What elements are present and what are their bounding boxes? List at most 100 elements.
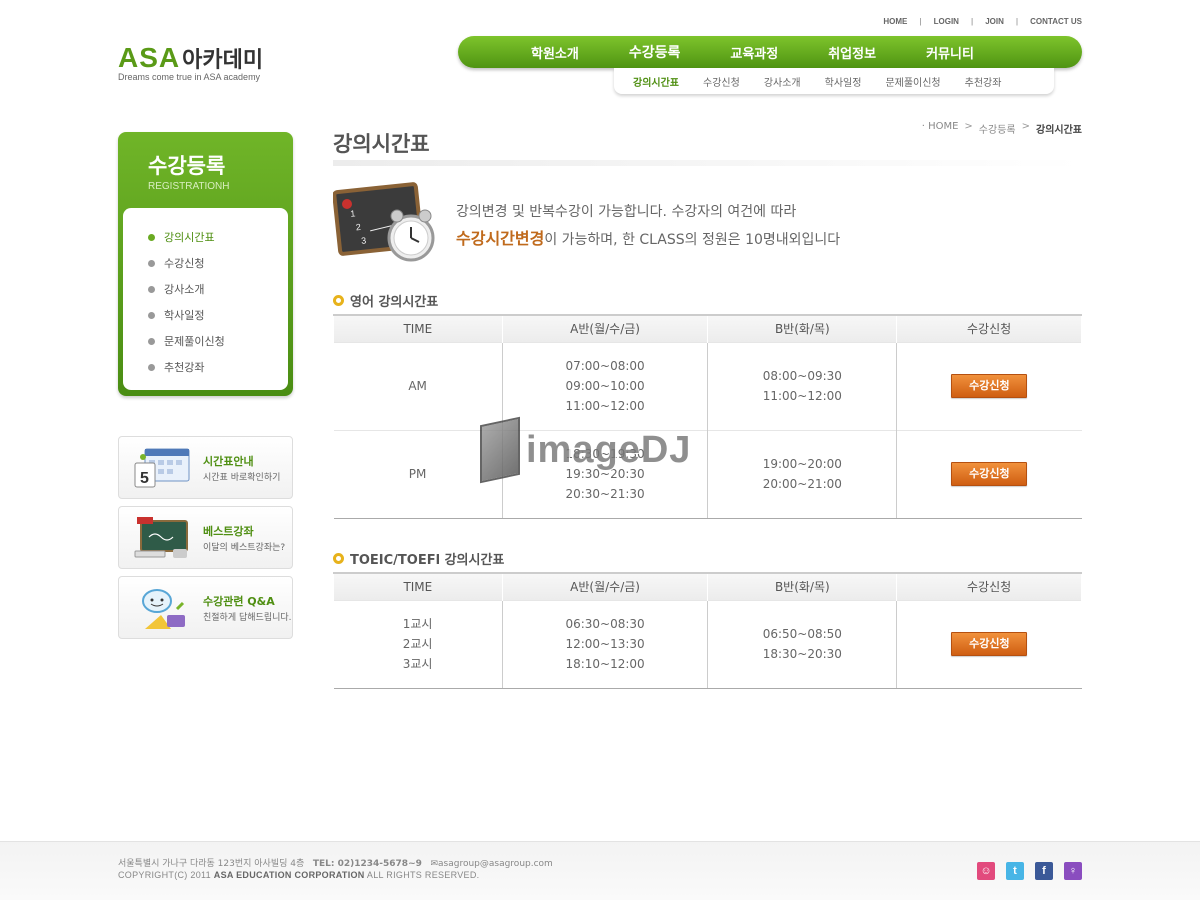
sidebar-item-label: 강사소개 (164, 283, 205, 296)
subnav-item-problem[interactable]: 문제풀이신청 (885, 74, 940, 89)
apply-cell: 수강신청 (896, 599, 1082, 689)
section-title-toeic: TOEIC/TOEFl 강의시간표 (333, 549, 504, 568)
intro-line-1: 강의변경 및 반복수강이 가능합니다. 수강자의 여건에 따라 (456, 204, 797, 220)
table-header: TIME (333, 572, 503, 600)
twitter-icon[interactable]: t (1006, 862, 1024, 880)
bullet-icon (148, 285, 155, 293)
banner-best-course[interactable]: 베스트강좌 이달의 베스트강좌는? (118, 506, 293, 569)
logo-kr: 아카데미 (182, 48, 264, 73)
sidebar-item-apply[interactable]: 수강신청 (148, 250, 288, 276)
bullet-icon (148, 311, 155, 319)
table-header: B반(화/목) (707, 572, 898, 600)
footer-copyright: COPYRIGHT(C) 2011 ASA EDUCATION CORPORAT… (118, 870, 480, 880)
breadcrumb: · HOME > 수강등록 > 강의시간표 (922, 121, 1082, 136)
breadcrumb-mid[interactable]: 수강등록 (979, 121, 1016, 136)
mail-icon: ✉ (430, 859, 439, 869)
svg-text:2: 2 (355, 222, 361, 232)
intro-highlight: 수강시간변경 (456, 229, 545, 248)
util-join-link[interactable]: JOIN (973, 17, 1016, 26)
sidebar-item-instructors[interactable]: 강사소개 (148, 276, 288, 302)
section-title-text: 영어 강의시간표 (350, 295, 439, 310)
subnav-item-timetable[interactable]: 강의시간표 (633, 74, 679, 89)
util-login-link[interactable]: LOGIN (922, 17, 971, 26)
util-contact-link[interactable]: CONTACT US (1018, 17, 1082, 26)
circle-bullet-icon (333, 553, 344, 564)
section-title-english: 영어 강의시간표 (333, 291, 438, 310)
nav-item-registration[interactable]: 수강등록 (629, 42, 680, 72)
apply-cell: 수강신청 (896, 429, 1082, 519)
banner-title: 수강관련 Q&A (203, 595, 275, 608)
banner-timetable[interactable]: 5 시간표안내 시간표 바로확인하기 (118, 436, 293, 499)
subnav-item-apply[interactable]: 수강신청 (703, 74, 740, 89)
sidebar-item-recommended[interactable]: 추천강좌 (148, 354, 288, 380)
nav-item-community[interactable]: 커뮤니티 (926, 43, 974, 62)
bullet-icon (148, 233, 155, 241)
subnav-item-instructors[interactable]: 강사소개 (764, 74, 801, 89)
nav-item-jobs[interactable]: 취업정보 (828, 43, 876, 62)
b-class-cell: 08:00~09:30 11:00~12:00 (707, 341, 897, 430)
banner-sub: 시간표 바로확인하기 (203, 473, 281, 483)
sidebar-item-problem[interactable]: 문제풀이신청 (148, 328, 288, 354)
time-cell: PM (333, 429, 503, 519)
svg-text:5: 5 (140, 470, 149, 487)
logo-tagline: Dreams come true in ASA academy (118, 72, 261, 82)
sidebar-item-label: 문제풀이신청 (164, 335, 225, 348)
table-header: 수강신청 (896, 314, 1082, 342)
nav-item-about[interactable]: 학원소개 (531, 43, 579, 62)
chevron-right-icon: > (1021, 121, 1030, 132)
sidebar-subtitle: REGISTRATIONH (148, 181, 230, 192)
sidebar-item-schedule[interactable]: 학사일정 (148, 302, 288, 328)
apply-button[interactable]: 수강신청 (951, 462, 1028, 486)
b-class-cell: 19:00~20:00 20:00~21:00 (707, 429, 897, 519)
me2day-icon[interactable]: ☺ (977, 862, 995, 880)
watermark-logo-icon (480, 416, 520, 484)
subnav-item-recommended[interactable]: 추천강좌 (965, 74, 1002, 89)
util-home-link[interactable]: HOME (871, 17, 919, 26)
sidebar-menu: 강의시간표 수강신청 강사소개 학사일정 문제풀이신청 추천강좌 (123, 208, 288, 390)
footer-email[interactable]: asagroup@asagroup.com (438, 859, 553, 869)
b-class-cell: 06:50~08:50 18:30~20:30 (707, 599, 897, 689)
utility-nav: HOME | LOGIN | JOIN | CONTACT US (871, 17, 1082, 26)
blackboard-icon (134, 517, 188, 558)
logo-en: ASA (118, 42, 181, 73)
sub-nav: 강의시간표 수강신청 강사소개 학사일정 문제풀이신청 추천강좌 (614, 68, 1054, 94)
speech-bubble-icon (142, 589, 185, 629)
intro-line-2: 수강시간변경이 가능하며, 한 CLASS의 정원은 10명내외입니다 (456, 225, 840, 249)
table-header: A반(월/수/금) (501, 314, 709, 342)
calendar-icon: 5 (134, 448, 190, 488)
table-row: 1교시 2교시 3교시 06:30~08:30 12:00~13:30 18:10~12… (333, 599, 1082, 689)
footer: 서울특별시 가나구 다라동 123번지 아사빌딩 4층 TEL: 02)1234… (0, 841, 1200, 900)
banner-sub: 이달의 베스트강좌는? (203, 543, 286, 553)
time-cell: AM (333, 341, 503, 430)
sidebar: 수강등록 REGISTRATIONH 강의시간표 수강신청 강사소개 학사일정 … (118, 132, 293, 396)
bullet-icon (148, 337, 155, 345)
banner-title: 베스트강좌 (203, 525, 254, 538)
chevron-right-icon: > (964, 121, 973, 132)
banner-sub: 친절하게 답해드립니다. (203, 613, 292, 623)
subnav-item-schedule[interactable]: 학사일정 (825, 74, 862, 89)
circle-bullet-icon (333, 295, 344, 306)
table-header: TIME (333, 314, 503, 342)
facebook-icon[interactable]: f (1035, 862, 1053, 880)
main-nav: 학원소개 수강등록 교육과정 취업정보 커뮤니티 (458, 36, 1082, 72)
sidebar-item-label: 학사일정 (164, 309, 205, 322)
bullet-icon (148, 363, 155, 371)
section-title-text: TOEIC/TOEFl 강의시간표 (350, 553, 505, 568)
toeic-timetable: TIME A반(월/수/금) B반(화/목) 수강신청 1교시 2교시 3교시 06… (333, 572, 1082, 689)
apply-button[interactable]: 수강신청 (951, 374, 1028, 398)
table-row: PM 18:30~19:30 19:30~20:30 20:30~21:30 19:… (333, 429, 1082, 519)
banner-qna[interactable]: 수강관련 Q&A 친절하게 답해드립니다. (118, 576, 293, 639)
table-row: AM 07:00~08:00 09:00~10:00 11:00~12:00 08:… (333, 341, 1082, 430)
sidebar-item-timetable[interactable]: 강의시간표 (148, 224, 288, 250)
banner-title: 시간표안내 (203, 455, 254, 468)
footer-address: 서울특별시 가나구 다라동 123번지 아사빌딩 4층 TEL: 02)1234… (118, 859, 553, 869)
bullet-icon (148, 259, 155, 267)
nav-item-curriculum[interactable]: 교육과정 (730, 43, 778, 62)
table-header: A반(월/수/금) (501, 572, 709, 600)
yozm-icon[interactable]: ♀ (1064, 862, 1082, 880)
table-header: B반(화/목) (707, 314, 898, 342)
intro-line-2-text: 이 가능하며, 한 CLASS의 정원은 10명내외입니다 (544, 232, 841, 248)
breadcrumb-home[interactable]: · HOME (922, 121, 959, 136)
logo[interactable]: ASA 아카데미 Dreams come true in ASA academy (118, 42, 263, 82)
apply-button[interactable]: 수강신청 (951, 632, 1028, 656)
